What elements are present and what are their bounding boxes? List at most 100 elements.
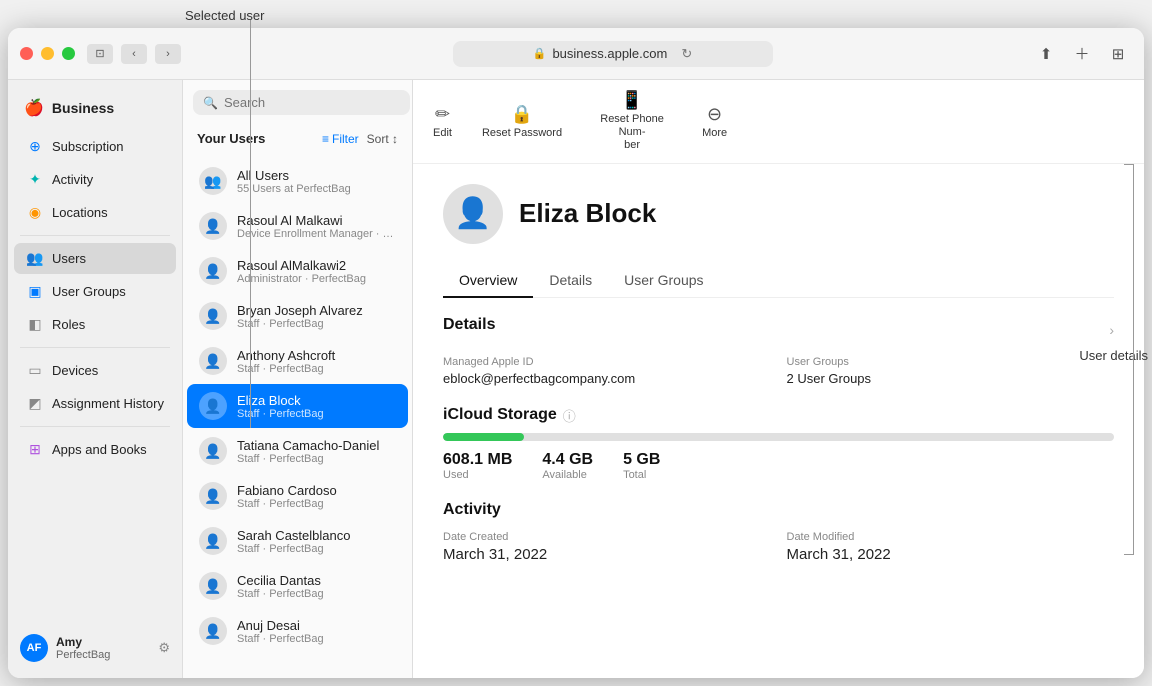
tab-overview[interactable]: Overview bbox=[443, 264, 533, 298]
main-layout: 🍎 Business ⊕ Subscription ✦ Activity ◉ L… bbox=[8, 80, 1144, 678]
sidebar-item-users[interactable]: 👥 Users bbox=[14, 243, 176, 274]
details-chevron-icon[interactable]: › bbox=[1109, 322, 1114, 338]
sidebar-item-subscription[interactable]: ⊕ Subscription bbox=[14, 131, 176, 162]
user-item-sarah-castelblanco[interactable]: 👤 Sarah Castelblanco Staff · PerfectBag bbox=[187, 519, 408, 563]
forward-button[interactable]: › bbox=[155, 44, 181, 64]
tabs-button[interactable]: ⊞ bbox=[1104, 40, 1132, 68]
sidebar-item-assignment-history[interactable]: ◩ Assignment History bbox=[14, 388, 176, 419]
sidebar-divider-2 bbox=[20, 347, 170, 348]
sidebar-divider-3 bbox=[20, 426, 170, 427]
detail-content: 👤 Eliza Block Overview Details User Grou… bbox=[413, 164, 1144, 678]
sidebar: 🍎 Business ⊕ Subscription ✦ Activity ◉ L… bbox=[8, 80, 183, 678]
reset-phone-button[interactable]: 📱 Reset Phone Num-ber bbox=[592, 90, 672, 153]
user-list-panel: 🔍 ⊕ Add Your Users bbox=[183, 80, 413, 678]
user-item-bryan-alvarez[interactable]: 👤 Bryan Joseph Alvarez Staff · PerfectBa… bbox=[187, 294, 408, 338]
devices-icon: ▭ bbox=[26, 362, 44, 379]
user-item-fabiano-cardoso[interactable]: 👤 Fabiano Cardoso Staff · PerfectBag bbox=[187, 474, 408, 518]
user-item-rasoul-almalkawi2[interactable]: 👤 Rasoul AlMalkawi2 Administrator · Perf… bbox=[187, 249, 408, 293]
storage-bar bbox=[443, 433, 1114, 441]
storage-section: iCloud Storage ⓘ 608.1 MB Used bbox=[443, 406, 1114, 481]
sidebar-item-activity[interactable]: ✦ Activity bbox=[14, 164, 176, 195]
selected-user-annotation: Selected user bbox=[185, 8, 265, 23]
info-icon[interactable]: ⓘ bbox=[563, 406, 576, 425]
sidebar-footer[interactable]: AF Amy PerfectBag ⚙ bbox=[8, 626, 182, 670]
details-grid: Managed Apple ID eblock@perfectbagcompan… bbox=[443, 356, 1114, 386]
address-bar: 🔒 business.apple.com ↻ bbox=[193, 41, 1032, 67]
user-item-anthony-ashcroft[interactable]: 👤 Anthony Ashcroft Staff · PerfectBag bbox=[187, 339, 408, 383]
user-sub: Staff · PerfectBag bbox=[237, 633, 396, 645]
storage-total: 5 GB Total bbox=[623, 451, 660, 481]
date-created-field: Date Created March 31, 2022 bbox=[443, 531, 771, 563]
reset-password-button[interactable]: 🔒 Reset Password bbox=[482, 104, 562, 139]
tab-user-groups[interactable]: User Groups bbox=[608, 264, 719, 298]
edit-button[interactable]: ✏ Edit bbox=[433, 104, 452, 139]
main-window: ⊡ ‹ › 🔒 business.apple.com ↻ ⬆ ＋ ⊞ bbox=[8, 28, 1144, 678]
user-avatar: 👤 bbox=[199, 482, 227, 510]
user-profile-header: 👤 Eliza Block bbox=[443, 184, 1114, 244]
user-sub: Staff · PerfectBag bbox=[237, 588, 396, 600]
storage-available-value: 4.4 GB bbox=[542, 451, 593, 468]
user-info: Rasoul AlMalkawi2 Administrator · Perfec… bbox=[237, 258, 396, 285]
traffic-lights bbox=[20, 47, 75, 60]
sidebar-item-label: Assignment History bbox=[52, 396, 164, 411]
user-name: Rasoul Al Malkawi bbox=[237, 213, 396, 228]
sidebar-item-locations[interactable]: ◉ Locations bbox=[14, 197, 176, 228]
filter-button[interactable]: ≡ Filter bbox=[322, 132, 359, 146]
user-avatar: 👤 bbox=[199, 527, 227, 555]
maximize-button[interactable] bbox=[62, 47, 75, 60]
user-item-tatiana-camacho[interactable]: 👤 Tatiana Camacho-Daniel Staff · Perfect… bbox=[187, 429, 408, 473]
new-tab-button[interactable]: ＋ bbox=[1068, 40, 1096, 68]
reset-password-icon: 🔒 bbox=[511, 104, 533, 125]
user-item-eliza-block[interactable]: 👤 Eliza Block Staff · PerfectBag bbox=[187, 384, 408, 428]
user-avatar: 👤 bbox=[199, 212, 227, 240]
user-avatar: 👤 bbox=[199, 437, 227, 465]
url-text: business.apple.com bbox=[552, 46, 667, 61]
footer-org: PerfectBag bbox=[56, 649, 150, 661]
reload-icon[interactable]: ↻ bbox=[681, 46, 692, 62]
user-name: Eliza Block bbox=[237, 393, 396, 408]
storage-available: 4.4 GB Available bbox=[542, 451, 593, 481]
reset-phone-icon: 📱 bbox=[621, 90, 643, 111]
user-name: Rasoul AlMalkawi2 bbox=[237, 258, 396, 273]
user-sub: Staff · PerfectBag bbox=[237, 408, 396, 420]
list-controls: Your Users ≡ Filter Sort ↕ bbox=[193, 131, 402, 152]
user-sub: Staff · PerfectBag bbox=[237, 453, 396, 465]
more-button[interactable]: ⊖ More bbox=[702, 104, 727, 139]
date-created-label: Date Created bbox=[443, 531, 771, 543]
gear-icon[interactable]: ⚙ bbox=[158, 640, 170, 656]
user-info: Cecilia Dantas Staff · PerfectBag bbox=[237, 573, 396, 600]
address-pill[interactable]: 🔒 business.apple.com ↻ bbox=[453, 41, 773, 67]
sort-button[interactable]: Sort ↕ bbox=[367, 132, 398, 146]
activity-grid: Date Created March 31, 2022 Date Modifie… bbox=[443, 531, 1114, 563]
tab-details[interactable]: Details bbox=[533, 264, 608, 298]
user-item-anuj-desai[interactable]: 👤 Anuj Desai Staff · PerfectBag bbox=[187, 609, 408, 653]
user-name: Bryan Joseph Alvarez bbox=[237, 303, 396, 318]
minimize-button[interactable] bbox=[41, 47, 54, 60]
user-item-cecilia-dantas[interactable]: 👤 Cecilia Dantas Staff · PerfectBag bbox=[187, 564, 408, 608]
user-name: Cecilia Dantas bbox=[237, 573, 396, 588]
sidebar-item-apps-and-books[interactable]: ⊞ Apps and Books bbox=[14, 434, 176, 465]
share-button[interactable]: ⬆ bbox=[1032, 40, 1060, 68]
sidebar-item-label: User Groups bbox=[52, 284, 126, 299]
storage-title-row: iCloud Storage ⓘ bbox=[443, 406, 1114, 425]
sidebar-item-label: Activity bbox=[52, 172, 93, 187]
sidebar-item-devices[interactable]: ▭ Devices bbox=[14, 355, 176, 386]
activity-icon: ✦ bbox=[26, 171, 44, 188]
close-button[interactable] bbox=[20, 47, 33, 60]
storage-stats: 608.1 MB Used 4.4 GB Available 5 GB Tota… bbox=[443, 451, 1114, 481]
sidebar-item-label: Roles bbox=[52, 317, 85, 332]
search-bar[interactable]: 🔍 bbox=[193, 90, 410, 115]
sidebar-item-user-groups[interactable]: ▣ User Groups bbox=[14, 276, 176, 307]
user-item-all[interactable]: 👥 All Users 55 Users at PerfectBag bbox=[187, 159, 408, 203]
search-input[interactable] bbox=[224, 95, 400, 110]
filter-icon: ≡ bbox=[322, 132, 329, 146]
back-button[interactable]: ‹ bbox=[121, 44, 147, 64]
sidebar-item-roles[interactable]: ◧ Roles bbox=[14, 309, 176, 340]
sidebar-divider-1 bbox=[20, 235, 170, 236]
user-sub: Administrator · PerfectBag bbox=[237, 273, 396, 285]
profile-avatar: 👤 bbox=[443, 184, 503, 244]
user-sub: 55 Users at PerfectBag bbox=[237, 183, 396, 195]
brand-name: Business bbox=[52, 100, 114, 116]
sidebar-toggle-button[interactable]: ⊡ bbox=[87, 44, 113, 64]
user-item-rasoul-malkawi[interactable]: 👤 Rasoul Al Malkawi Device Enrollment Ma… bbox=[187, 204, 408, 248]
